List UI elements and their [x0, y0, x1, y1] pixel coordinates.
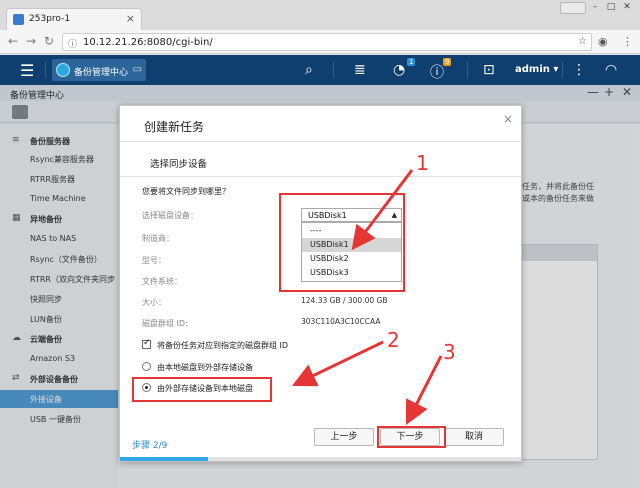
dialog-close-icon[interactable]: × — [503, 112, 513, 126]
close-window-button[interactable]: ✕ — [620, 2, 634, 14]
url-input[interactable]: ⓘ 10.12.21.26:8080/cgi-bin/ ☆ — [62, 33, 592, 51]
annotation-number-3: 3 — [443, 340, 456, 364]
url-text: 10.12.21.26:8080/cgi-bin/ — [83, 37, 213, 48]
browser-titlebar: 253pro-1 × – □ ✕ — [0, 0, 640, 30]
hamburger-menu-icon[interactable]: ☰ — [20, 61, 34, 80]
extension-icon[interactable]: ◉ — [598, 35, 608, 48]
background-tasks-icon[interactable]: ≣ — [354, 62, 366, 78]
address-bar: ← → ↻ ⓘ 10.12.21.26:8080/cgi-bin/ ☆ ◉ ⋮ — [0, 30, 640, 54]
filesystem-label: 文件系统： — [142, 277, 182, 286]
section-title: 选择同步设备 — [150, 159, 208, 170]
favicon-icon — [13, 14, 24, 25]
info-badge: 9 — [443, 58, 452, 66]
annotation-box-2 — [132, 377, 272, 402]
wizard-progress-bar — [120, 457, 521, 461]
user-menu[interactable]: admin ▾ — [515, 64, 558, 75]
browser-tab[interactable]: 253pro-1 × — [6, 8, 142, 30]
question-text: 您要将文件同步到哪里？ — [142, 187, 230, 196]
more-icon[interactable]: ⋮ — [572, 62, 586, 78]
size-value: 124.33 GB / 300.00 GB — [301, 296, 388, 305]
model-label: 型号： — [142, 256, 166, 265]
check-icon: ✓ — [143, 338, 151, 348]
back-icon[interactable]: ← — [8, 34, 18, 48]
radio-local-to-external[interactable] — [142, 362, 151, 371]
page-info-icon[interactable]: ⓘ — [68, 37, 77, 50]
size-label: 大小： — [142, 298, 166, 307]
vendor-label: 制造商： — [142, 234, 174, 243]
annotation-number-1: 1 — [416, 151, 429, 175]
forward-icon[interactable]: → — [26, 34, 36, 48]
profile-button[interactable] — [560, 2, 586, 14]
device-label: 选择磁盘设备： — [142, 211, 198, 220]
annotation-number-2: 2 — [387, 328, 400, 352]
tab-title: 253pro-1 — [29, 14, 71, 24]
menu-icon[interactable]: ⋮ — [622, 35, 633, 48]
volume-id-label: 磁盘群组 ID: — [142, 319, 188, 328]
notification-badge: 1 — [407, 58, 416, 66]
radio-local-to-external-label: 由本地磁盘到外部存储设备 — [157, 363, 253, 372]
app-tab-label: 备份管理中心 — [74, 68, 129, 78]
search-icon[interactable]: ⌕ — [305, 62, 313, 78]
minimize-button[interactable]: – — [588, 2, 602, 14]
back-button[interactable]: 上一步 — [314, 428, 374, 446]
window-controls: – □ ✕ — [560, 2, 634, 16]
map-volume-label: 将备份任务对应到指定的磁盘群组 ID — [157, 341, 289, 350]
maximize-button[interactable]: □ — [604, 2, 618, 14]
dialog-header: 创建新任务 × — [120, 106, 521, 142]
cancel-button[interactable]: 取消 — [444, 428, 504, 446]
bookmark-icon[interactable]: ☆ — [578, 36, 587, 47]
tab-close-icon[interactable]: × — [126, 12, 135, 25]
info-icon[interactable]: ⓘ — [430, 62, 444, 82]
app-tab-close-icon[interactable]: ▭ — [133, 64, 142, 75]
annotation-box-1 — [279, 193, 405, 292]
step-indicator: 步骤 2/9 — [132, 441, 168, 451]
backup-manager-icon — [56, 63, 70, 77]
volume-id-value: 303C110A3C10CCAA — [301, 317, 381, 326]
notification-icon[interactable]: ◔ — [393, 62, 405, 78]
annotation-box-3 — [377, 426, 446, 448]
map-volume-checkbox[interactable]: ✓ — [142, 338, 151, 349]
reload-icon[interactable]: ↻ — [44, 34, 54, 48]
user-icon[interactable]: ⊡ — [483, 62, 495, 78]
qts-topbar: ☰ 备份管理中心 ▭ ⌕ ≣ ◔ 1 ⓘ 9 ⊡ admin ▾ ⋮ ◠ — [0, 55, 640, 85]
app-tab-backup-manager[interactable]: 备份管理中心 ▭ — [52, 59, 146, 81]
dialog-title: 创建新任务 — [144, 120, 205, 134]
dashboard-icon[interactable]: ◠ — [605, 62, 617, 78]
